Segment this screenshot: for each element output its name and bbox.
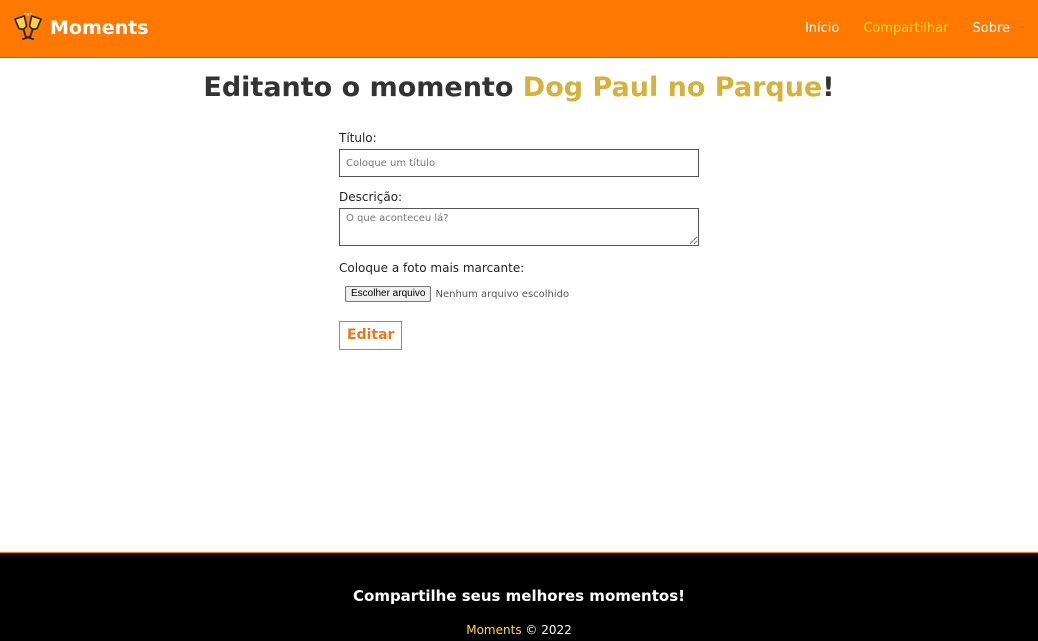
description-label: Descrição: [339, 190, 403, 204]
navbar: Moments Início Compartilhar Sobre [0, 0, 1038, 58]
page-title-moment: Dog Paul no Parque [522, 72, 823, 103]
title-label: Título: [339, 131, 377, 145]
nav-link-compartilhar[interactable]: Compartilhar [863, 21, 948, 36]
footer-copyright-text: © 2022 [521, 623, 572, 637]
footer-copyright: Moments © 2022 [0, 623, 1038, 637]
brand-name: Moments [50, 17, 149, 39]
title-input[interactable] [339, 149, 699, 177]
page-title-suffix: ! [822, 72, 835, 103]
footer-tagline: Compartilhe seus melhores momentos! [353, 587, 685, 605]
file-picker: Escolher arquivo Nenhum arquivo escolhid… [345, 286, 699, 302]
edit-submit-button[interactable]: Editar [339, 321, 403, 350]
file-status: Nenhum arquivo escolhido [435, 288, 570, 300]
nav-link-sobre[interactable]: Sobre [972, 21, 1010, 36]
nav-link-inicio[interactable]: Início [805, 21, 839, 36]
page-title-prefix: Editanto o momento [203, 72, 523, 103]
page-title: Editanto o momento Dog Paul no Parque! [0, 68, 1038, 108]
description-textarea[interactable] [339, 208, 699, 246]
footer-brand: Moments [466, 623, 522, 637]
footer: Compartilhe seus melhores momentos! Mome… [0, 552, 1038, 641]
photo-label: Coloque a foto mais marcante: [339, 261, 525, 275]
choose-file-button[interactable]: Escolher arquivo [345, 286, 432, 302]
brand-link[interactable]: Moments [12, 12, 149, 44]
champagne-toast-icon [14, 12, 42, 40]
nav-links: Início Compartilhar Sobre [781, 0, 1010, 57]
edit-moment-form: Título: Descrição: Coloque a foto mais m… [339, 128, 699, 350]
